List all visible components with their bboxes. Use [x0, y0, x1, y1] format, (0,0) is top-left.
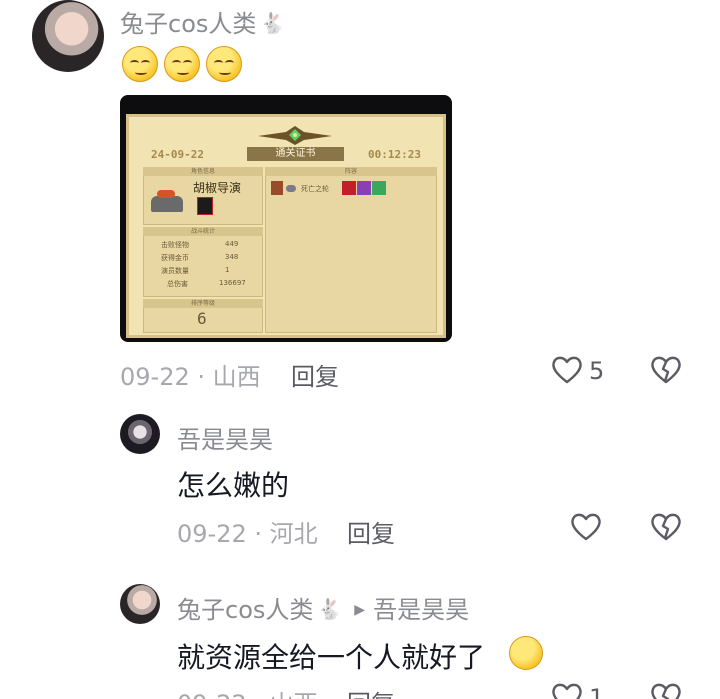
avatar[interactable] [120, 414, 160, 454]
comment-text: 怎么嫩的 [177, 469, 290, 502]
stat-value: 348 [225, 253, 239, 261]
item-icon [372, 181, 386, 195]
stat-label: 获得金币 [161, 254, 189, 262]
lineup-pet-icon [286, 185, 296, 192]
certificate-banner: 通关证书 [247, 147, 344, 161]
certificate-time: 00:12:23 [368, 148, 421, 161]
username-text[interactable]: 兔子cos人类 [177, 596, 313, 624]
stats-section-title: 战斗统计 [143, 227, 263, 236]
weapon-icon [197, 197, 213, 215]
comment-image[interactable]: 24-09-22 通关证书 00:12:23 角色信息 胡椒导演 战斗统计 击败… [120, 95, 452, 342]
item-icon [342, 181, 356, 195]
stat-value: 136697 [219, 279, 246, 287]
crest-icon [258, 126, 332, 145]
lineup-text: 死亡之轮 [301, 185, 329, 193]
like-count: 1 [589, 684, 605, 699]
avatar[interactable] [32, 0, 104, 72]
comment-meta: 09-22 · 山西 [177, 684, 318, 699]
reply-button[interactable]: 回复 [347, 684, 395, 699]
stat-label: 总伤害 [167, 280, 188, 288]
comment-username[interactable]: 兔子cos人类 🐇 ▶ 吾是昊昊 [177, 590, 469, 625]
dislike-broken-heart-icon[interactable] [650, 355, 682, 385]
comment-meta: 09-22 · 河北 [177, 520, 318, 548]
stat-value: 1 [225, 266, 230, 274]
hero-section-title: 角色信息 [143, 167, 263, 176]
username-text[interactable]: 兔子cos人类 [120, 10, 256, 38]
rank-value: 6 [197, 309, 207, 328]
comment-username[interactable]: 兔子cos人类 🐇 [120, 4, 285, 39]
comment-meta: 09-22 · 山西 [120, 363, 261, 391]
rabbit-icon: 🐇 [317, 597, 343, 621]
like-heart-icon[interactable] [551, 682, 583, 699]
rabbit-icon: 🐇 [260, 11, 286, 35]
reply-arrow-icon: ▶ [354, 602, 366, 618]
hero-hat-icon [157, 190, 175, 198]
stat-value: 449 [225, 240, 239, 248]
emoji-row [122, 46, 242, 82]
stat-label: 击败怪物 [161, 241, 189, 249]
item-icon [357, 181, 371, 195]
like-heart-icon[interactable] [570, 512, 602, 542]
avatar[interactable] [120, 584, 160, 624]
reply-target-username[interactable]: 吾是昊昊 [373, 596, 469, 624]
grin-emoji-icon [509, 636, 543, 670]
hero-name: 胡椒导演 [193, 181, 242, 195]
smirk-emoji-icon [206, 46, 242, 82]
certificate-date: 24-09-22 [151, 148, 204, 161]
comment-username[interactable]: 吾是昊昊 [177, 420, 273, 455]
comment-text-content: 就资源全给一个人就好了 [177, 641, 486, 674]
comment-text: 就资源全给一个人就好了 [177, 636, 543, 676]
dislike-broken-heart-icon[interactable] [650, 682, 682, 699]
reply-button[interactable]: 回复 [347, 514, 395, 549]
certificate-card: 24-09-22 通关证书 00:12:23 角色信息 胡椒导演 战斗统计 击败… [126, 114, 446, 338]
rank-section-title: 排序等级 [143, 299, 263, 308]
reply-button[interactable]: 回复 [291, 357, 339, 392]
lineup-section-title: 阵容 [265, 167, 437, 176]
like-heart-icon[interactable] [551, 355, 583, 385]
smirk-emoji-icon [164, 46, 200, 82]
hero-sprite-icon [151, 196, 183, 212]
dislike-broken-heart-icon[interactable] [650, 512, 682, 542]
stat-label: 演员数量 [161, 267, 189, 275]
like-count: 5 [589, 357, 605, 385]
smirk-emoji-icon [122, 46, 158, 82]
lineup-hero-icon [271, 181, 283, 195]
